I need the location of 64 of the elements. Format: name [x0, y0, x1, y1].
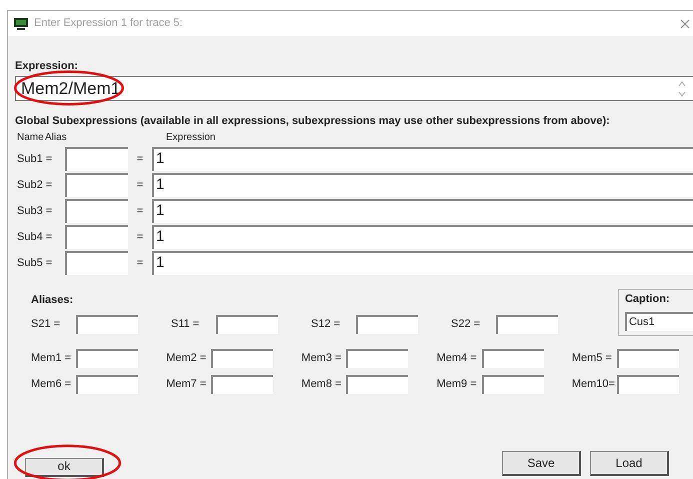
subexpression-field[interactable]: 1	[152, 251, 693, 275]
subexpression-name: Sub1 =	[16, 152, 54, 167]
caption-label: Caption:	[624, 292, 671, 306]
equals-sign: =	[136, 256, 144, 271]
subexpression-name: Sub2 =	[16, 178, 54, 193]
alias-label: S11 =	[171, 317, 200, 332]
aliases-heading: Aliases:	[31, 293, 74, 307]
expression-field[interactable]: Mem2/Mem1	[15, 76, 693, 101]
column-header: Alias	[45, 132, 68, 144]
equals-sign: =	[136, 230, 144, 245]
memory-field[interactable]	[616, 375, 679, 394]
subexpression-field[interactable]: 1	[152, 173, 693, 197]
dialog-button[interactable]: Save	[502, 451, 581, 476]
alias-field[interactable]	[216, 315, 278, 334]
alias-field[interactable]	[356, 315, 418, 334]
subexpression-field[interactable]: 1	[152, 147, 693, 171]
scroll-arrows-icon[interactable]	[678, 80, 686, 98]
memory-label: Mem4 =	[436, 351, 478, 366]
memory-field[interactable]	[616, 349, 679, 368]
alias-field[interactable]	[65, 225, 128, 249]
alias-field[interactable]	[65, 147, 128, 171]
subexpressions-heading: Global Subexpressions (available in all expressions, subexpressions may use other subexpressions from above):	[15, 114, 611, 128]
memory-field[interactable]	[211, 349, 274, 368]
alias-field[interactable]	[65, 251, 128, 275]
column-header: Name	[16, 132, 45, 144]
memory-label: Mem6 =	[31, 377, 72, 392]
subexpression-field[interactable]: 1	[152, 199, 693, 223]
subexpression-field[interactable]: 1	[152, 225, 693, 249]
memory-field[interactable]	[482, 349, 544, 368]
equals-sign: =	[136, 178, 144, 193]
memory-field[interactable]	[76, 375, 138, 394]
memory-label: Mem2 =	[166, 351, 208, 366]
ok-button[interactable]: ok	[25, 458, 104, 476]
subexpression-name: Sub5 =	[16, 256, 54, 271]
memory-field[interactable]	[76, 349, 138, 368]
equals-sign: =	[136, 204, 144, 219]
memory-field[interactable]	[211, 375, 274, 394]
caption-field[interactable]: Cus1	[624, 312, 693, 331]
alias-label: S21 =	[31, 317, 62, 332]
alias-label: S22 =	[451, 317, 482, 332]
memory-label: Mem7 =	[166, 377, 208, 392]
close-icon[interactable]	[680, 18, 690, 28]
alias-field[interactable]	[65, 199, 128, 223]
alias-field[interactable]	[496, 315, 558, 334]
memory-label: Mem3 =	[301, 351, 342, 366]
alias-field[interactable]	[65, 173, 128, 197]
column-header: Expression	[166, 132, 216, 144]
memory-label: Mem9 =	[436, 377, 478, 392]
memory-label: Mem8 =	[301, 377, 342, 392]
subexpression-name: Sub3 =	[16, 204, 54, 219]
monitor-icon	[13, 16, 29, 30]
expression-label: Expression:	[15, 59, 79, 73]
memory-field[interactable]	[346, 349, 408, 368]
memory-label: Mem1 =	[31, 351, 72, 366]
equals-sign: =	[136, 152, 144, 167]
memory-label: Mem5 =	[572, 351, 613, 366]
alias-field[interactable]	[76, 315, 138, 334]
memory-field[interactable]	[346, 375, 408, 394]
memory-label: Mem10=	[572, 377, 616, 392]
window-title: Enter Expression 1 for trace 5:	[34, 16, 183, 32]
alias-label: S12 =	[311, 317, 342, 332]
subexpression-name: Sub4 =	[16, 230, 54, 245]
dialog-button[interactable]: Load	[590, 451, 669, 476]
memory-field[interactable]	[482, 375, 544, 394]
